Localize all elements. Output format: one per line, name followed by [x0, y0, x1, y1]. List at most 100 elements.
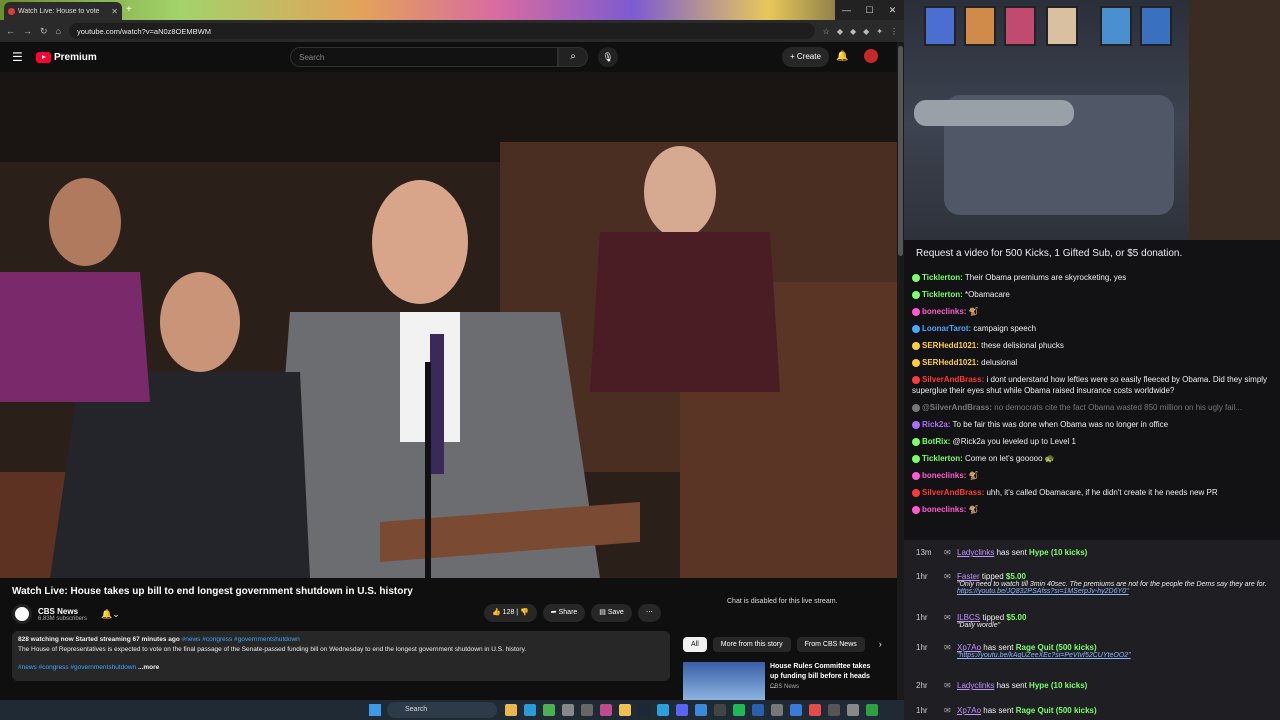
- hamburger-menu-icon[interactable]: ☰: [12, 50, 32, 64]
- event-time: 1hr: [916, 643, 928, 652]
- chat-badge-icon: [912, 273, 920, 282]
- more-actions-icon[interactable]: ⋯: [637, 604, 661, 622]
- chat-message: Ticklerton: Their Obama premiums are sky…: [912, 272, 1272, 283]
- terminal-icon[interactable]: [600, 704, 612, 716]
- event-user[interactable]: Xp7Ao: [957, 643, 981, 652]
- chat-username[interactable]: SilverAndBrass:: [922, 488, 984, 497]
- minimize-icon[interactable]: —: [835, 0, 858, 20]
- edge-icon[interactable]: [524, 704, 536, 716]
- bookshelf: [1189, 0, 1280, 248]
- chat-username[interactable]: SERHedd1021:: [922, 358, 979, 367]
- address-bar-row: ← → ↻ ⌂ youtube.com/watch?v=aN0z8OEMBWM …: [0, 20, 904, 42]
- chat-username[interactable]: boneclinks:: [922, 307, 966, 316]
- description-tags[interactable]: #news #congress #governmentshutdown: [18, 664, 136, 671]
- event-user[interactable]: Xp7Ao: [957, 706, 981, 715]
- chat-badge-icon: [912, 358, 920, 367]
- chat-username[interactable]: Ticklerton:: [922, 273, 963, 282]
- chip-more-from-story[interactable]: More from this story: [712, 637, 791, 652]
- chevron-right-icon[interactable]: ›: [879, 637, 882, 652]
- home-icon[interactable]: ⌂: [56, 26, 61, 36]
- app-icon[interactable]: [771, 704, 783, 716]
- app-icon[interactable]: [847, 704, 859, 716]
- create-button[interactable]: + Create: [782, 47, 829, 67]
- search-input[interactable]: Search: [290, 47, 558, 67]
- spotify-icon[interactable]: [733, 704, 745, 716]
- event-time: 13m: [916, 548, 932, 557]
- recommended-thumbnail[interactable]: [683, 662, 765, 700]
- chip-all[interactable]: All: [683, 637, 707, 652]
- scrollbar-thumb[interactable]: [898, 46, 903, 256]
- notifications-icon[interactable]: 🔔: [836, 47, 848, 67]
- event-link[interactable]: "https://youtu.be/kAqUZeeXEc?si=PeVIvf52…: [957, 652, 1277, 659]
- meta-tags[interactable]: #news #congress #governmentshutdown: [182, 636, 300, 643]
- save-label: Save: [607, 609, 624, 616]
- app-icon[interactable]: [562, 704, 574, 716]
- channel-avatar[interactable]: [12, 604, 32, 624]
- app-icon[interactable]: [695, 704, 707, 716]
- app-icon[interactable]: [714, 704, 726, 716]
- show-more-link[interactable]: ...more: [138, 664, 159, 671]
- chat-username[interactable]: Rick2a:: [922, 420, 950, 429]
- chat-username[interactable]: boneclinks:: [922, 505, 966, 514]
- event-body: ILBCS tipped $5.00 "Daily wordle": [957, 613, 1277, 629]
- app-icon[interactable]: [581, 704, 593, 716]
- app-icon[interactable]: [752, 704, 764, 716]
- video-player[interactable]: [0, 72, 897, 578]
- chat-username[interactable]: LoonarTarot:: [922, 324, 971, 333]
- back-icon[interactable]: ←: [6, 26, 15, 36]
- chat-username[interactable]: BotRix:: [922, 437, 950, 446]
- voice-search-icon[interactable]: 🎙: [598, 47, 618, 67]
- event-user[interactable]: Ladyclinks: [957, 548, 994, 557]
- channel-name[interactable]: CBS News: [38, 607, 87, 616]
- chrome-icon[interactable]: [543, 704, 555, 716]
- kebab-menu-icon[interactable]: ⋮: [890, 27, 898, 36]
- windows-start-icon[interactable]: [369, 704, 381, 716]
- new-tab-icon[interactable]: +: [126, 4, 132, 15]
- reload-icon[interactable]: ↻: [40, 26, 48, 37]
- folder-icon[interactable]: [619, 704, 631, 716]
- event-time: 1hr: [916, 706, 928, 715]
- tab-youtube[interactable]: Watch Live: House to vote ✕: [4, 2, 122, 20]
- star-icon[interactable]: ☆: [823, 27, 830, 36]
- chat-username[interactable]: Ticklerton:: [922, 290, 963, 299]
- save-button[interactable]: ▤ Save: [591, 604, 632, 622]
- share-button[interactable]: ➦ Share: [542, 604, 586, 622]
- puzzle-icon[interactable]: ✦: [876, 27, 883, 36]
- event-user[interactable]: Ladyclinks: [957, 681, 994, 690]
- chat-username[interactable]: SilverAndBrass:: [922, 375, 984, 384]
- logo-text: Premium: [54, 51, 97, 63]
- event-link[interactable]: https://youtu.be/JQ832PSAfss?si=1MSerpJv…: [957, 588, 1277, 595]
- like-button[interactable]: 👍 128 | 👎: [484, 604, 537, 622]
- maximize-icon[interactable]: ☐: [858, 0, 881, 20]
- youtube-logo[interactable]: Premium: [36, 51, 97, 63]
- taskbar-search[interactable]: Search: [387, 702, 497, 718]
- event-body: Xp7Ao has sent Rage Quit (500 kicks) "htt…: [957, 643, 1277, 659]
- chat-username[interactable]: Ticklerton:: [922, 454, 963, 463]
- event-user[interactable]: ILBCS: [957, 613, 980, 622]
- app-icon[interactable]: [790, 704, 802, 716]
- chat-username[interactable]: @SilverAndBrass:: [922, 403, 992, 412]
- description-box[interactable]: 828 watching now Started streaming 67 mi…: [12, 631, 670, 681]
- steam-icon[interactable]: [638, 704, 650, 716]
- file-explorer-icon[interactable]: [505, 704, 517, 716]
- url-field[interactable]: youtube.com/watch?v=aN0z8OEMBWM: [68, 23, 815, 39]
- app-icon[interactable]: [866, 704, 878, 716]
- extension-icon[interactable]: ◆: [850, 27, 856, 36]
- chat-username[interactable]: SERHedd1021:: [922, 341, 979, 350]
- forward-icon[interactable]: →: [23, 26, 32, 36]
- telegram-icon[interactable]: [657, 704, 669, 716]
- close-window-icon[interactable]: ✕: [881, 0, 904, 20]
- subscription-bell-icon[interactable]: 🔔⌄: [101, 609, 120, 620]
- chip-from-cbs-news[interactable]: From CBS News: [796, 637, 865, 652]
- close-tab-icon[interactable]: ✕: [111, 7, 118, 16]
- discord-icon[interactable]: [676, 704, 688, 716]
- event-highlight: $5.00: [1006, 613, 1027, 622]
- app-icon[interactable]: [809, 704, 821, 716]
- account-avatar[interactable]: [864, 49, 878, 63]
- search-button[interactable]: ⌕: [558, 47, 588, 67]
- extension-icon[interactable]: ◆: [863, 27, 869, 36]
- app-icon[interactable]: [828, 704, 840, 716]
- event-user[interactable]: Faster: [957, 572, 980, 581]
- extension-icon[interactable]: ◆: [837, 27, 843, 36]
- chat-username[interactable]: boneclinks:: [922, 471, 966, 480]
